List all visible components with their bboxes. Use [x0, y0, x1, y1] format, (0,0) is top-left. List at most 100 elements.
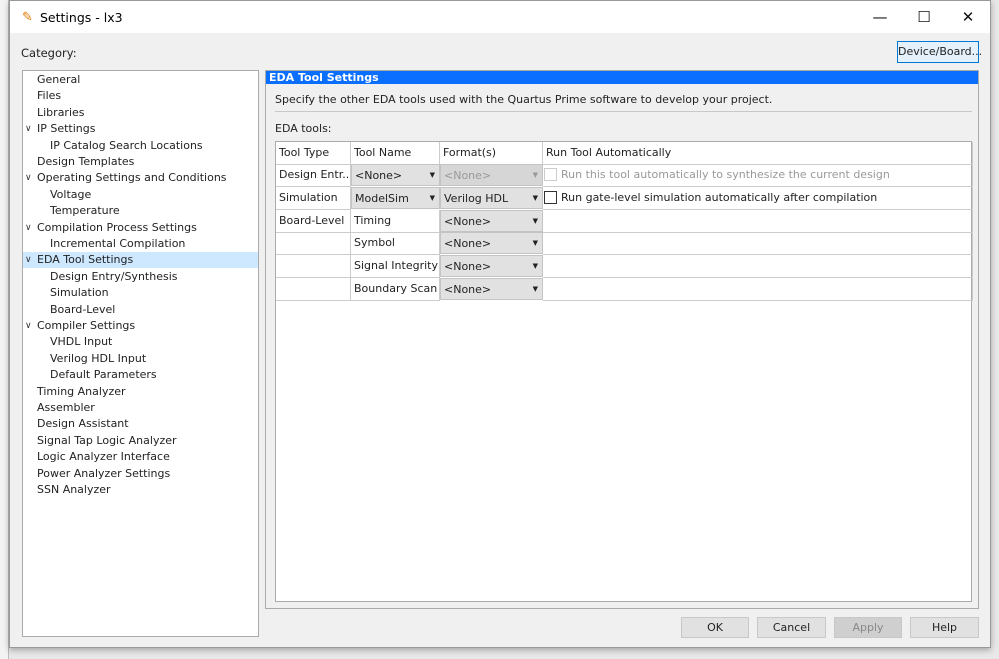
tree-item-label: Libraries: [37, 105, 85, 119]
expand-chevron-icon[interactable]: ∨: [25, 170, 32, 186]
dropdown-arrow-icon: ▼: [532, 171, 538, 179]
combo-value: <None>: [444, 283, 492, 296]
window-title: Settings - lx3: [40, 9, 123, 25]
run-automatically-cell: Run this tool automatically to synthesiz…: [543, 164, 973, 187]
category-tree[interactable]: General Files Libraries ∨ IP Settings IP Cata…: [22, 70, 259, 637]
run-automatically-cell: [543, 232, 973, 256]
tree-item-label: EDA Tool Settings: [37, 253, 134, 267]
expand-chevron-icon[interactable]: ∨: [25, 318, 32, 334]
tool-name-cell: Timing: [351, 209, 440, 233]
tree-item-label: Operating Settings and Conditions: [37, 171, 227, 185]
tree-item-label: Design Assistant: [37, 417, 129, 431]
expand-chevron-icon[interactable]: ∨: [25, 121, 32, 137]
panel-description: Specify the other EDA tools used with th…: [275, 93, 773, 106]
format-combo[interactable]: Verilog HDL ▼: [440, 186, 543, 209]
dropdown-arrow-icon: ▼: [429, 171, 435, 179]
settings-dialog: ✎ Settings - lx3 — ☐ ✕ Category: Device/…: [9, 0, 991, 648]
run-automatically-cell: [543, 255, 973, 279]
combo-value: <None>: [444, 237, 492, 251]
tree-item-label: Compilation Process Settings: [37, 220, 197, 234]
tree-item-label: VHDL Input: [50, 335, 113, 349]
dropdown-arrow-icon: ▼: [429, 193, 435, 202]
close-button[interactable]: ✕: [946, 1, 990, 33]
combo-value: <None>: [444, 260, 492, 274]
tool-name-combo[interactable]: <None> ▼: [351, 164, 440, 186]
expand-chevron-icon[interactable]: ∨: [25, 252, 32, 268]
run-automatically-cell: Run gate-level simulation automatically …: [543, 186, 973, 210]
device-board-button[interactable]: Device/Board...: [897, 41, 982, 63]
column-header: Run Tool Automatically: [543, 142, 973, 165]
settings-pencil-icon: ✎: [22, 9, 33, 25]
tree-item-label: Design Templates: [37, 155, 135, 168]
expand-chevron-icon[interactable]: ∨: [25, 220, 32, 236]
ok-button[interactable]: OK: [681, 617, 749, 638]
tree-item-label: Assembler: [37, 401, 95, 414]
tool-name-cell: Boundary Scan: [351, 278, 440, 301]
tool-type-cell: Design Entr...: [276, 164, 351, 187]
column-header: Tool Name: [351, 142, 440, 165]
dropdown-arrow-icon: ▼: [532, 262, 538, 271]
dropdown-arrow-icon: ▼: [532, 216, 538, 225]
format-combo: <None> ▼: [440, 164, 543, 186]
format-combo[interactable]: <None> ▼: [440, 278, 543, 300]
format-combo[interactable]: <None> ▼: [440, 255, 543, 278]
run-automatically-label: Run gate-level simulation automatically …: [561, 190, 878, 204]
tool-name-cell: Signal Integrity: [351, 255, 440, 279]
combo-value: Verilog HDL: [444, 191, 509, 205]
run-automatically-cell: [543, 278, 973, 301]
eda-tool-settings-panel: EDA Tool Settings Specify the other EDA …: [265, 70, 979, 609]
run-automatically-checkbox[interactable]: [544, 190, 557, 204]
tree-item[interactable]: ∨ EDA Tool Settings: [23, 252, 258, 269]
maximize-button[interactable]: ☐: [902, 1, 946, 33]
tree-item-label: Compiler Settings: [37, 319, 136, 332]
tree-item-label: Timing Analyzer: [37, 384, 126, 398]
separator: [275, 111, 972, 112]
tool-name-cell: Symbol: [351, 232, 440, 256]
tool-type-cell: Board-Level: [276, 209, 351, 233]
tree-item-label: Voltage: [50, 187, 92, 201]
dropdown-arrow-icon: ▼: [532, 193, 538, 202]
background-window: [0, 0, 9, 659]
eda-tools-label: EDA tools:: [275, 122, 332, 135]
tree-item-label: Power Analyzer Settings: [37, 466, 171, 480]
tree-item-label: General: [37, 73, 81, 86]
panel-title: EDA Tool Settings: [266, 71, 978, 84]
category-label: Category:: [21, 46, 77, 60]
tool-type-cell: [276, 255, 351, 279]
combo-value: <None>: [444, 169, 492, 182]
run-automatically-label: Run this tool automatically to synthesiz…: [561, 168, 890, 181]
combo-value: <None>: [355, 169, 403, 182]
format-combo[interactable]: <None> ▼: [440, 209, 543, 232]
tree-item-label: IP Settings: [37, 122, 96, 136]
tree-item-label: IP Catalog Search Locations: [50, 138, 203, 152]
title-bar: ✎ Settings - lx3 — ☐ ✕: [10, 1, 990, 33]
tree-item-label: SSN Analyzer: [37, 483, 111, 496]
format-combo[interactable]: <None> ▼: [440, 232, 543, 255]
tree-item-label: Signal Tap Logic Analyzer: [37, 433, 177, 447]
run-automatically-checkbox: [544, 168, 557, 181]
tree-item-label: Board-Level: [50, 302, 116, 316]
tool-type-cell: [276, 278, 351, 301]
eda-tools-table: Tool Type Tool Name Format(s) Run Tool Auto…: [275, 141, 973, 602]
tree-item-label: Logic Analyzer Interface: [37, 450, 170, 464]
combo-value: <None>: [444, 214, 492, 228]
run-automatically-cell: [543, 209, 973, 233]
column-header: Tool Type: [276, 142, 351, 165]
minimize-button[interactable]: —: [858, 1, 902, 33]
dropdown-arrow-icon: ▼: [532, 285, 538, 293]
column-header: Format(s): [440, 142, 543, 165]
tree-item-label: Verilog HDL Input: [50, 351, 147, 365]
tool-name-combo[interactable]: ModelSim ▼: [351, 186, 440, 209]
apply-button[interactable]: Apply: [834, 617, 902, 638]
tool-type-cell: Simulation: [276, 186, 351, 210]
dropdown-arrow-icon: ▼: [532, 239, 538, 248]
tree-item-label: Default Parameters: [50, 368, 157, 382]
tree-item-label: Incremental Compilation: [50, 237, 186, 250]
tree-item-label: Files: [37, 89, 62, 103]
tree-item-label: Temperature: [50, 204, 120, 218]
help-button[interactable]: Help: [910, 617, 979, 638]
cancel-button[interactable]: Cancel: [757, 617, 826, 638]
tree-item-label: Simulation: [50, 286, 109, 300]
tool-type-cell: [276, 232, 351, 256]
tree-item-label: Design Entry/Synthesis: [50, 269, 178, 283]
